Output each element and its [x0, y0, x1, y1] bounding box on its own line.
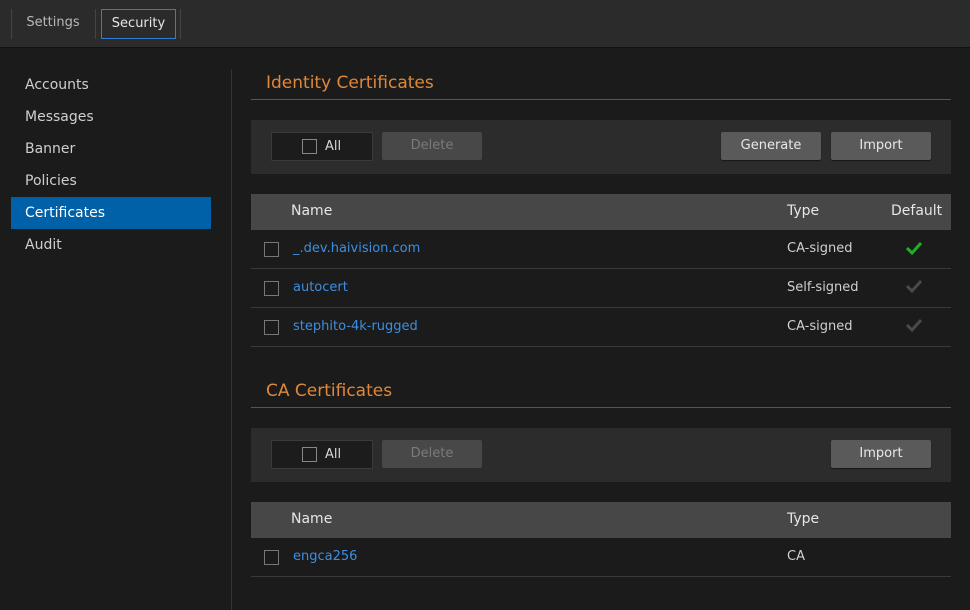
- sidebar-item-banner[interactable]: Banner: [11, 133, 211, 165]
- ca-select-all[interactable]: All: [271, 440, 373, 469]
- row-checkbox[interactable]: [264, 320, 279, 335]
- identity-select-all[interactable]: All: [271, 132, 373, 161]
- column-header-default[interactable]: Default: [891, 203, 942, 219]
- select-all-checkbox[interactable]: [302, 139, 317, 154]
- tab-settings[interactable]: Settings: [16, 9, 90, 39]
- sidebar-item-certificates[interactable]: Certificates: [11, 197, 211, 229]
- column-header-type[interactable]: Type: [787, 511, 819, 527]
- generate-button[interactable]: Generate: [721, 132, 821, 160]
- identity-import-button[interactable]: Import: [831, 132, 931, 160]
- sidebar-item-audit[interactable]: Audit: [11, 229, 211, 261]
- tab-divider: [11, 9, 12, 39]
- section-divider: [251, 99, 951, 100]
- row-checkbox[interactable]: [264, 550, 279, 565]
- tab-security[interactable]: Security: [101, 9, 176, 39]
- select-all-checkbox[interactable]: [302, 447, 317, 462]
- ca-delete-button[interactable]: Delete: [382, 440, 482, 468]
- tab-divider: [180, 9, 181, 39]
- row-checkbox[interactable]: [264, 281, 279, 296]
- top-nav-bar: Settings Security: [0, 0, 970, 48]
- certificate-name-link[interactable]: stephito-4k-rugged: [293, 319, 418, 334]
- table-row: autocert Self-signed: [251, 269, 951, 308]
- column-header-name[interactable]: Name: [291, 511, 332, 527]
- table-row: _.dev.haivision.com CA-signed: [251, 230, 951, 269]
- default-check-icon[interactable]: [905, 240, 923, 256]
- tab-divider: [95, 9, 96, 39]
- certificate-type: CA-signed: [787, 319, 853, 334]
- sidebar-item-policies[interactable]: Policies: [11, 165, 211, 197]
- column-header-type[interactable]: Type: [787, 203, 819, 219]
- ca-import-button[interactable]: Import: [831, 440, 931, 468]
- table-row: engca256 CA: [251, 538, 951, 577]
- identity-table-header: Name Type Default: [251, 194, 951, 230]
- certificate-type: Self-signed: [787, 280, 859, 295]
- select-all-label: All: [325, 447, 342, 462]
- ca-toolbar: All Delete Import: [251, 428, 951, 482]
- default-check-icon[interactable]: [905, 317, 923, 333]
- sidebar-item-messages[interactable]: Messages: [11, 101, 211, 133]
- row-checkbox[interactable]: [264, 242, 279, 257]
- sidebar: Accounts Messages Banner Policies Certif…: [11, 69, 211, 261]
- certificate-name-link[interactable]: autocert: [293, 280, 348, 295]
- ca-table-header: Name Type: [251, 502, 951, 538]
- identity-toolbar: All Delete Generate Import: [251, 120, 951, 174]
- certificate-type: CA-signed: [787, 241, 853, 256]
- column-header-name[interactable]: Name: [291, 203, 332, 219]
- table-row: stephito-4k-rugged CA-signed: [251, 308, 951, 347]
- identity-delete-button[interactable]: Delete: [382, 132, 482, 160]
- certificate-name-link[interactable]: _.dev.haivision.com: [293, 241, 420, 256]
- identity-certificates-title: Identity Certificates: [266, 73, 434, 93]
- sidebar-item-accounts[interactable]: Accounts: [11, 69, 211, 101]
- certificate-name-link[interactable]: engca256: [293, 549, 357, 564]
- section-divider: [251, 407, 951, 408]
- select-all-label: All: [325, 139, 342, 154]
- certificate-type: CA: [787, 549, 805, 564]
- ca-certificates-title: CA Certificates: [266, 381, 393, 401]
- sidebar-divider: [231, 69, 232, 610]
- default-check-icon[interactable]: [905, 278, 923, 294]
